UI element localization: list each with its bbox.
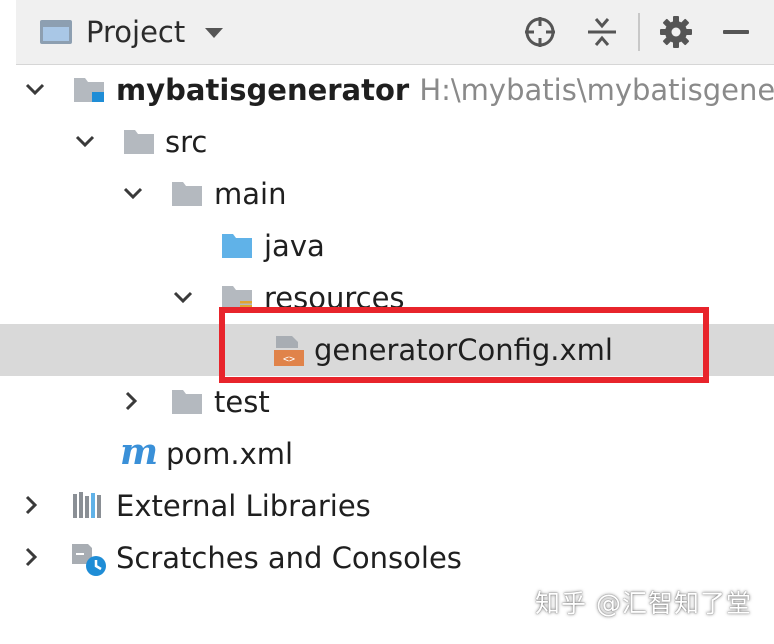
tree-row-scratches-and-consoles[interactable]: Scratches and Consoles [0,532,774,584]
chevron-right-icon[interactable] [16,490,46,520]
gear-icon[interactable] [654,12,698,52]
minimize-icon[interactable] [714,12,758,52]
tree-row-mybatisgenerator[interactable]: mybatisgenerator H:\mybatis\mybatisgener [0,64,774,116]
tree-row-main[interactable]: main [0,168,774,220]
tool-window-title: Project [86,15,186,49]
folder-icon [170,178,204,208]
view-selector[interactable]: Project [40,14,224,50]
svg-text:m: m [120,434,158,472]
scratches-icon [70,542,110,578]
chevron-right-icon[interactable] [116,386,146,416]
toolbar-separator [638,13,640,51]
tree-row-src[interactable]: src [0,116,774,168]
folder-icon [170,386,204,416]
chevron-down-icon[interactable] [168,282,198,312]
project-tool-window: Project mybatisgenerator H:\mybatis\myba… [0,0,774,644]
tree-label: External Libraries [116,489,371,523]
maven-pom-icon: m [120,431,160,473]
tree-label: test [214,385,270,419]
tree-row-java[interactable]: java [0,220,774,272]
tree-label: pom.xml [166,437,294,471]
tree-label: main [214,177,287,211]
source-folder-icon [220,230,254,260]
watermark: 知乎 @汇智知了堂 [535,589,752,618]
module-folder-icon [72,74,106,104]
tree-label: mybatisgenerator H:\mybatis\mybatisgener [116,72,774,108]
libraries-icon [72,490,106,520]
tree-label: java [264,229,325,263]
tool-window-header: Project [16,0,774,65]
chevron-right-icon[interactable] [16,542,46,572]
module-path: H:\mybatis\mybatisgener [419,73,774,107]
tree-label: src [165,125,208,159]
tree-row-test[interactable]: test [0,376,774,428]
locate-target-icon[interactable] [518,12,562,52]
tree-row-pom-xml[interactable]: m pom.xml [0,428,774,480]
header-toolbar [518,12,758,52]
dropdown-caret-icon[interactable] [205,28,224,38]
tree-row-external-libraries[interactable]: External Libraries [0,480,774,532]
highlight-annotation [219,307,709,383]
folder-icon [122,126,156,156]
chevron-down-icon[interactable] [20,74,50,104]
project-window-icon [40,20,72,44]
collapse-all-icon[interactable] [580,12,624,52]
chevron-down-icon[interactable] [118,178,148,208]
chevron-down-icon[interactable] [70,126,100,156]
tree-label: Scratches and Consoles [116,541,462,575]
